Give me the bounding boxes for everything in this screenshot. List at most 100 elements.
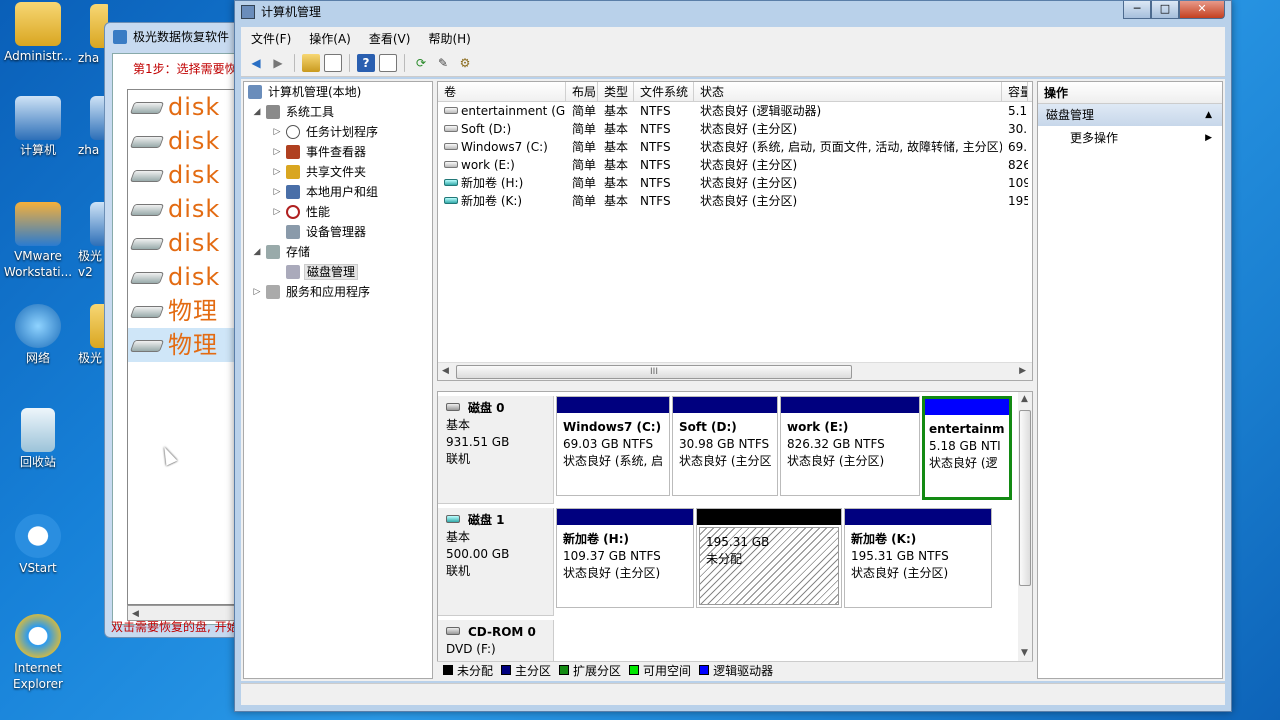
col-type[interactable]: 类型 bbox=[598, 82, 634, 101]
partition-name: 新加卷 (H:) bbox=[563, 532, 629, 546]
window-title: 计算机管理 bbox=[261, 5, 322, 19]
properties-icon[interactable]: ✎ bbox=[434, 54, 452, 72]
window-titlebar[interactable]: 计算机管理 bbox=[235, 1, 1231, 25]
close-button[interactable]: ✕ bbox=[1179, 1, 1225, 19]
disk-settings-icon[interactable]: ⚙ bbox=[456, 54, 474, 72]
scroll-left-icon[interactable]: ◀ bbox=[442, 366, 449, 376]
tree-system-tools[interactable]: ◢ 系统工具 bbox=[244, 102, 432, 122]
scroll-thumb[interactable] bbox=[1019, 410, 1031, 586]
desktop-icon-admin[interactable]: Administr... bbox=[0, 2, 76, 64]
maximize-button[interactable]: □ bbox=[1151, 1, 1179, 19]
col-volume[interactable]: 卷 bbox=[438, 82, 566, 101]
scroll-up-icon[interactable]: ▲ bbox=[1021, 394, 1028, 404]
show-action-pane-icon[interactable] bbox=[379, 53, 397, 72]
partition-status: 状态良好 (主分区) bbox=[563, 566, 661, 580]
disk-map-vscrollbar[interactable]: ▲ ▼ bbox=[1018, 392, 1032, 678]
hard-disk-icon bbox=[446, 403, 460, 411]
table-row[interactable]: Windows7 (C:) 简单 基本 NTFS 状态良好 (系统, 启动, 页面文件,… bbox=[438, 138, 1032, 156]
disk-list-label: disk bbox=[168, 195, 221, 223]
tree-services[interactable]: ▷ 服务和应用程序 bbox=[244, 282, 432, 302]
table-row[interactable]: 新加卷 (H:) 简单基本 NTFS 状态良好 (主分区) 109 bbox=[438, 174, 1032, 192]
tree-task-scheduler[interactable]: ▷ 任务计划程序 bbox=[244, 122, 432, 142]
partition-k[interactable]: 新加卷 (K:) 195.31 GB NTFS 状态良好 (主分区) bbox=[844, 508, 992, 608]
col-capacity[interactable]: 容量 bbox=[1002, 82, 1028, 101]
hard-drive-icon bbox=[129, 340, 165, 352]
desktop-icon-label: 计算机 bbox=[19, 143, 56, 157]
expand-triangle-icon[interactable]: ▷ bbox=[252, 282, 262, 302]
table-row[interactable]: Soft (D:) 简单 基本 NTFS 状态良好 (主分区) 30. bbox=[438, 120, 1032, 138]
tree-device-manager[interactable]: 设备管理器 bbox=[244, 222, 432, 242]
volume-list-hscrollbar[interactable]: ◀ III ▶ bbox=[438, 362, 1032, 380]
tree-label: 任务计划程序 bbox=[306, 125, 379, 139]
volume-icon bbox=[444, 143, 458, 150]
refresh-icon[interactable]: ⟳ bbox=[412, 54, 430, 72]
menu-action[interactable]: 操作(A) bbox=[299, 30, 359, 47]
forward-arrow-icon[interactable]: ▶ bbox=[269, 54, 287, 72]
collapse-up-icon[interactable]: ▲ bbox=[1205, 104, 1212, 126]
col-status[interactable]: 状态 bbox=[694, 82, 1002, 101]
tree-shared-folders[interactable]: ▷ 共享文件夹 bbox=[244, 162, 432, 182]
expand-triangle-icon[interactable]: ▷ bbox=[272, 122, 282, 142]
tree-event-viewer[interactable]: ▷ 事件查看器 bbox=[244, 142, 432, 162]
volume-list[interactable]: 卷 布局 类型 文件系统 状态 容量 entertainment (G:)简单基… bbox=[437, 81, 1033, 381]
collapse-triangle-icon[interactable]: ◢ bbox=[252, 102, 262, 122]
menu-help[interactable]: 帮助(H) bbox=[418, 30, 478, 47]
tree-storage[interactable]: ◢ 存储 bbox=[244, 242, 432, 262]
desktop-icon-vstart[interactable]: VStart bbox=[0, 514, 76, 576]
menu-view[interactable]: 查看(V) bbox=[359, 30, 419, 47]
actions-section-disk-management[interactable]: 磁盘管理 ▲ bbox=[1038, 104, 1222, 126]
unallocated-space[interactable]: 195.31 GB 未分配 bbox=[696, 508, 842, 608]
tree-root[interactable]: 计算机管理(本地) bbox=[244, 82, 432, 102]
recovery-app-window[interactable]: 极光数据恢复软件 第1步：选择需要恢 disk disk disk disk disk d… bbox=[104, 22, 723, 638]
toolbar-separator bbox=[404, 53, 405, 72]
show-hide-tree-icon[interactable] bbox=[324, 53, 342, 72]
partition-d[interactable]: Soft (D:) 30.98 GB NTFS 状态良好 (主分区 bbox=[672, 396, 778, 496]
navigation-tree[interactable]: 计算机管理(本地) ◢ 系统工具 ▷ 任务计划程序 ▷ 事件查看器 ▷ 共享文件… bbox=[243, 81, 433, 679]
table-row[interactable]: 新加卷 (K:) 简单基本 NTFS 状态良好 (主分区) 195 bbox=[438, 192, 1032, 210]
partition-e[interactable]: work (E:) 826.32 GB NTFS 状态良好 (主分区) bbox=[780, 396, 920, 496]
scroll-right-icon[interactable]: ▶ bbox=[1019, 366, 1026, 376]
logical-drive-bar bbox=[925, 399, 1009, 415]
tree-disk-management[interactable]: 磁盘管理 bbox=[244, 262, 432, 282]
expand-triangle-icon[interactable]: ▷ bbox=[272, 202, 282, 222]
computer-management-window[interactable]: 计算机管理 ─ □ ✕ 文件(F) 操作(A) 查看(V) 帮助(H) ◀ ▶ … bbox=[234, 0, 1232, 712]
scroll-thumb[interactable]: III bbox=[456, 365, 852, 379]
table-row[interactable]: work (E:) 简单基本 NTFS 状态良好 (主分区) 826 bbox=[438, 156, 1032, 174]
recovery-app-titlebar[interactable]: 极光数据恢复软件 bbox=[105, 23, 243, 51]
up-folder-icon[interactable] bbox=[302, 53, 320, 72]
partition-h[interactable]: 新加卷 (H:) 109.37 GB NTFS 状态良好 (主分区) bbox=[556, 508, 694, 608]
back-arrow-icon[interactable]: ◀ bbox=[247, 54, 265, 72]
disk-0-label[interactable]: 磁盘 0 基本 931.51 GB 联机 bbox=[438, 396, 554, 504]
collapse-triangle-icon[interactable]: ◢ bbox=[252, 242, 262, 262]
col-layout[interactable]: 布局 bbox=[566, 82, 598, 101]
desktop-icon-vmware[interactable]: VMware Workstati... bbox=[0, 202, 76, 280]
partition-name: Windows7 (C:) bbox=[563, 420, 662, 434]
tree-performance[interactable]: ▷ 性能 bbox=[244, 202, 432, 222]
disk-kind: 基本 bbox=[446, 530, 471, 544]
help-icon[interactable]: ? bbox=[357, 53, 375, 72]
minimize-button[interactable]: ─ bbox=[1123, 1, 1151, 19]
partition-c[interactable]: Windows7 (C:) 69.03 GB NTFS 状态良好 (系统, 启 bbox=[556, 396, 670, 496]
desktop-icon-ie[interactable]: Internet Explorer bbox=[0, 614, 76, 692]
expand-triangle-icon[interactable]: ▷ bbox=[272, 142, 282, 162]
desktop-icon-network[interactable]: 网络 bbox=[0, 304, 76, 366]
cell-volume: Windows7 (C:) bbox=[438, 138, 566, 156]
tree-local-users[interactable]: ▷ 本地用户和组 bbox=[244, 182, 432, 202]
legend-swatch bbox=[501, 665, 512, 675]
expand-triangle-icon[interactable]: ▷ bbox=[272, 162, 282, 182]
menu-file[interactable]: 文件(F) bbox=[241, 30, 299, 47]
table-row[interactable]: entertainment (G:) 简单 基本 NTFS 状态良好 (逻辑驱动器) 5.… bbox=[438, 102, 1032, 120]
cell-type: 基本 bbox=[604, 176, 629, 190]
desktop-icon-label: 极光 bbox=[78, 249, 103, 263]
desktop-icon-computer[interactable]: 计算机 bbox=[0, 96, 76, 158]
partition-g-extended[interactable]: entertainm 5.18 GB NTI 状态良好 (逻 bbox=[922, 396, 1012, 500]
col-filesystem[interactable]: 文件系统 bbox=[634, 82, 694, 101]
expand-triangle-icon[interactable]: ▷ bbox=[272, 182, 282, 202]
hard-drive-icon bbox=[129, 238, 165, 250]
legend-item: 未分配 bbox=[441, 662, 493, 679]
disk-1-label[interactable]: 磁盘 1 基本 500.00 GB 联机 bbox=[438, 508, 554, 616]
more-actions[interactable]: 更多操作 ▶ bbox=[1038, 126, 1222, 150]
scroll-down-icon[interactable]: ▼ bbox=[1021, 648, 1028, 658]
desktop-icon-recycle-bin[interactable]: 回收站 bbox=[0, 408, 76, 470]
disk-map[interactable]: 磁盘 0 基本 931.51 GB 联机 Windows7 (C:) 69.03 … bbox=[437, 391, 1033, 679]
